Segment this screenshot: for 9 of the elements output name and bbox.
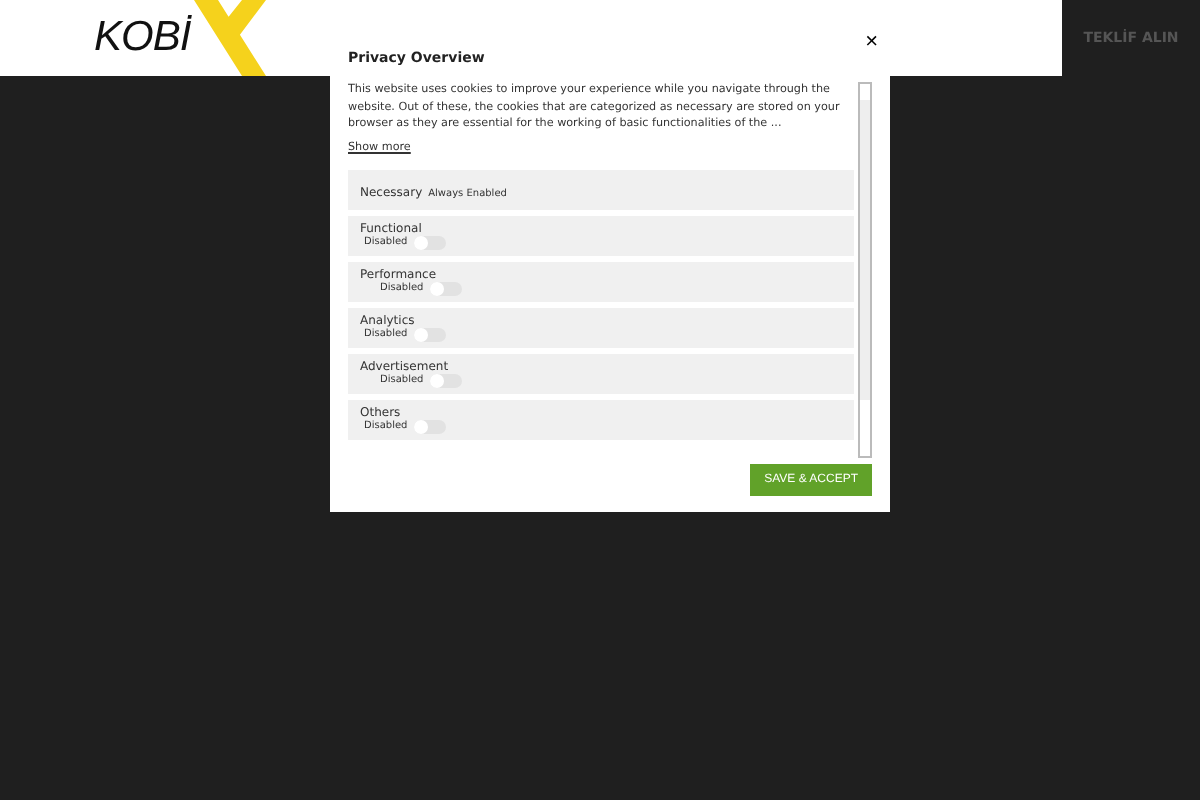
- close-button[interactable]: ×: [865, 32, 878, 54]
- toggle-switch[interactable]: [429, 373, 462, 387]
- scrollbar[interactable]: [858, 82, 872, 458]
- logo-text: KOBİ: [94, 14, 191, 62]
- toggle-switch[interactable]: [429, 281, 462, 295]
- toggle-switch[interactable]: [413, 419, 446, 433]
- toggle-switch[interactable]: [413, 327, 446, 341]
- x-logo-icon: [190, 0, 267, 76]
- toggle-switch[interactable]: [413, 235, 446, 249]
